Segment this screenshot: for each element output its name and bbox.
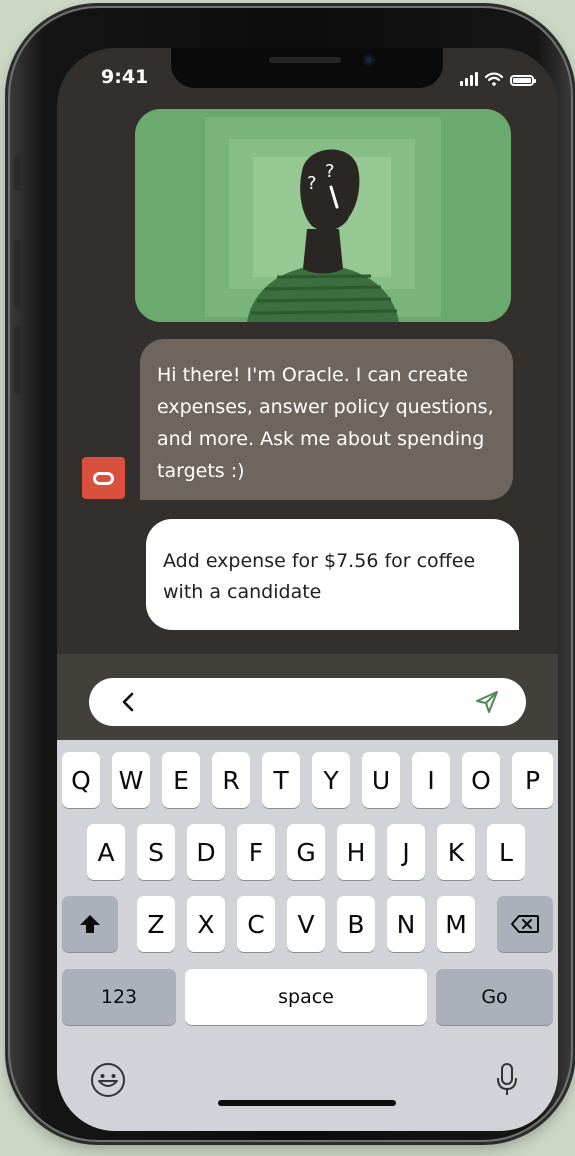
- volume-up-button: [14, 240, 21, 308]
- oracle-logo-icon: [93, 472, 114, 485]
- message-composer: [57, 654, 558, 740]
- space-key[interactable]: space: [185, 969, 427, 1025]
- key-r[interactable]: R: [212, 752, 250, 808]
- emoji-icon[interactable]: [90, 1062, 126, 1098]
- bot-avatar: [82, 457, 125, 499]
- welcome-illustration: ? ?: [135, 109, 511, 322]
- backspace-icon: [511, 915, 539, 933]
- svg-text:?: ?: [307, 173, 317, 194]
- key-j[interactable]: J: [387, 824, 425, 880]
- key-h[interactable]: H: [337, 824, 375, 880]
- key-o[interactable]: O: [462, 752, 500, 808]
- key-l[interactable]: L: [487, 824, 525, 880]
- shift-key[interactable]: [62, 896, 118, 952]
- go-key[interactable]: Go: [436, 969, 553, 1025]
- shift-arrow-icon: [80, 915, 100, 933]
- notch: [171, 48, 443, 88]
- message-input[interactable]: [89, 678, 526, 726]
- bot-message-bubble: Hi there! I'm Oracle. I can create expen…: [140, 339, 513, 500]
- key-f[interactable]: F: [237, 824, 275, 880]
- key-d[interactable]: D: [187, 824, 225, 880]
- status-time: 9:41: [101, 66, 149, 88]
- home-indicator[interactable]: [218, 1100, 396, 1106]
- status-icons: [460, 68, 536, 86]
- battery-icon: [510, 75, 536, 86]
- user-message-bubble: Add expense for $7.56 for coffee with a …: [146, 519, 519, 630]
- key-x[interactable]: X: [187, 896, 225, 952]
- chevron-left-icon[interactable]: [117, 690, 141, 714]
- key-e[interactable]: E: [162, 752, 200, 808]
- person-thinking-illustration: ? ?: [135, 109, 511, 322]
- cellular-signal-icon: [460, 72, 478, 86]
- paper-plane-icon[interactable]: [474, 689, 500, 715]
- bot-message-text: Hi there! I'm Oracle. I can create expen…: [157, 364, 494, 482]
- key-p[interactable]: P: [512, 752, 553, 808]
- svg-text:?: ?: [325, 161, 335, 182]
- key-s[interactable]: S: [137, 824, 175, 880]
- key-c[interactable]: C: [237, 896, 275, 952]
- key-u[interactable]: U: [362, 752, 400, 808]
- key-g[interactable]: G: [287, 824, 325, 880]
- earpiece-speaker: [269, 57, 341, 63]
- key-m[interactable]: M: [437, 896, 475, 952]
- numbers-key[interactable]: 123: [62, 969, 176, 1025]
- microphone-icon[interactable]: [495, 1062, 519, 1098]
- key-w[interactable]: W: [112, 752, 150, 808]
- front-camera: [363, 54, 375, 66]
- keyboard: Q W E R T Y U I O P A S D F G H J K L Z …: [57, 740, 558, 1131]
- key-a[interactable]: A: [87, 824, 125, 880]
- key-v[interactable]: V: [287, 896, 325, 952]
- key-b[interactable]: B: [337, 896, 375, 952]
- volume-down-button: [14, 326, 21, 394]
- key-k[interactable]: K: [437, 824, 475, 880]
- key-z[interactable]: Z: [137, 896, 175, 952]
- user-message-text: Add expense for $7.56 for coffee with a …: [163, 550, 476, 603]
- key-t[interactable]: T: [262, 752, 300, 808]
- wifi-icon: [485, 72, 503, 86]
- key-q[interactable]: Q: [62, 752, 100, 808]
- phone-screen: 9:41 ? ? Hi there! I'm Oracle. I can cre…: [57, 48, 558, 1131]
- silent-switch: [14, 156, 21, 190]
- key-i[interactable]: I: [412, 752, 450, 808]
- key-y[interactable]: Y: [312, 752, 350, 808]
- delete-key[interactable]: [497, 896, 553, 952]
- key-n[interactable]: N: [387, 896, 425, 952]
